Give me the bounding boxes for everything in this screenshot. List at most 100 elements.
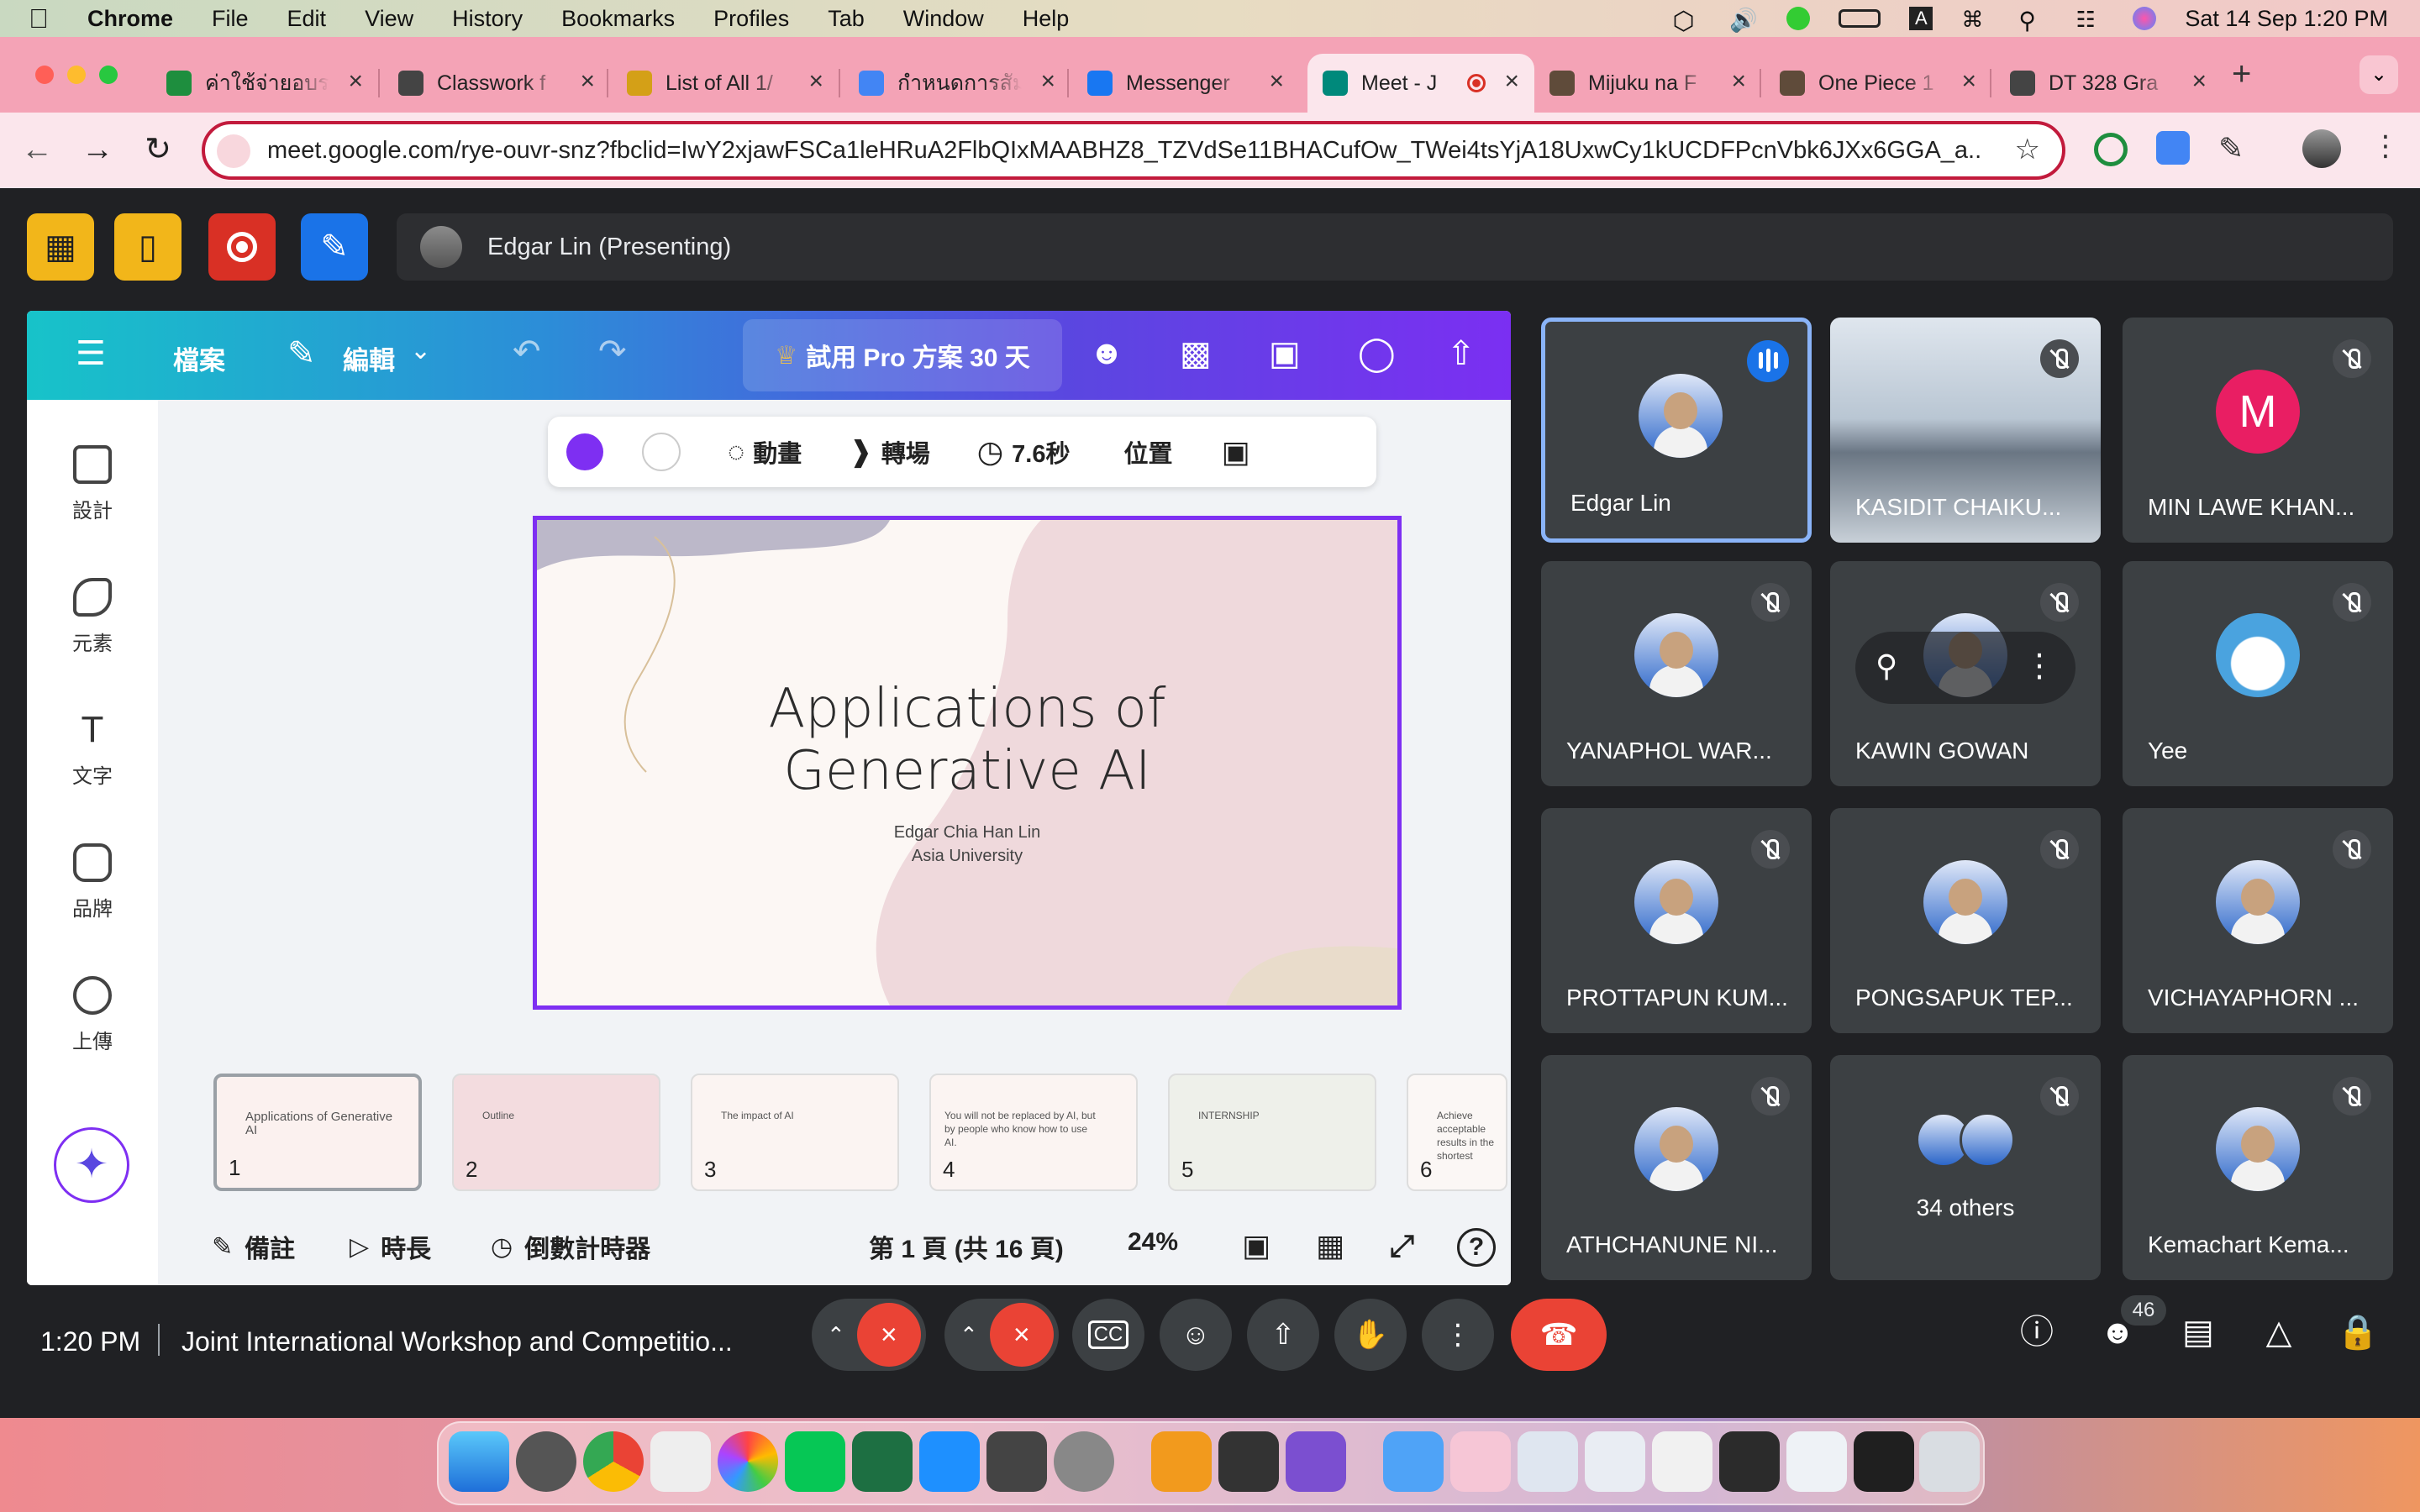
tab-close-icon[interactable]: × xyxy=(348,69,363,94)
insights-chart-icon[interactable]: ▩ xyxy=(1180,334,1222,376)
slide-thumbnail-1[interactable]: Applications of Generative AI 1 xyxy=(213,1074,422,1191)
transition-button[interactable]: 轉場 xyxy=(881,434,930,470)
zoom-level[interactable]: 24% xyxy=(1128,1228,1178,1257)
participant-tile[interactable]: YANAPHOL WAR... xyxy=(1541,561,1812,786)
folder-icon[interactable] xyxy=(1383,1431,1444,1492)
profile-avatar[interactable] xyxy=(2302,129,2341,168)
chrome-menu-icon[interactable]: ⋮ xyxy=(2371,129,2400,163)
tab-close-icon[interactable]: × xyxy=(1504,69,1519,94)
wifi-icon[interactable]: ⌘ xyxy=(1961,7,1990,32)
host-controls-lock-icon[interactable]: 🔒 xyxy=(2333,1307,2383,1357)
window-thumbnail-icon[interactable] xyxy=(1652,1431,1712,1492)
clock-icon[interactable]: ◷ xyxy=(977,434,1003,470)
unity-icon[interactable]: ⬡ xyxy=(1672,7,1701,35)
menu-view[interactable]: View xyxy=(365,6,413,32)
window-thumbnail-icon[interactable] xyxy=(1518,1431,1578,1492)
app-store-icon[interactable] xyxy=(919,1431,980,1492)
minimize-window-button[interactable] xyxy=(67,66,86,84)
pencil-icon[interactable]: ✎ xyxy=(287,334,316,373)
sidebar-item-elements[interactable]: 元素 xyxy=(27,578,158,656)
forward-arrow-icon[interactable]: → xyxy=(77,129,118,170)
try-pro-button[interactable]: ♕ 試用 Pro 方案 30 天 xyxy=(743,319,1062,391)
emoji-icon[interactable]: ☺ xyxy=(1160,1299,1232,1371)
tab-8[interactable]: One Piece 1 × xyxy=(1765,54,1991,113)
sidebar-item-text[interactable]: T 文字 xyxy=(27,711,158,789)
tab-1[interactable]: ค่าใช้จ่ายอบรม × xyxy=(151,54,378,113)
magic-sparkle-icon[interactable]: ✦ xyxy=(54,1127,129,1203)
system-settings-icon[interactable] xyxy=(1054,1431,1114,1492)
bookmark-star-icon[interactable]: ☆ xyxy=(2015,133,2040,166)
more-options-icon[interactable]: ⋮ xyxy=(1422,1299,1494,1371)
recording-icon[interactable] xyxy=(208,213,276,281)
share-people-icon[interactable]: ☻ xyxy=(1089,334,1131,376)
tab-close-icon[interactable]: × xyxy=(808,69,823,94)
unity-hub-icon[interactable] xyxy=(986,1431,1047,1492)
timer-button[interactable]: ◷ 倒數計時器 xyxy=(491,1228,650,1265)
magic-animate-icon[interactable] xyxy=(566,433,603,470)
menu-history[interactable]: History xyxy=(452,6,523,32)
slide-thumbnail-6[interactable]: Achieve acceptable results in the shorte… xyxy=(1407,1074,1507,1191)
tableplus-icon[interactable] xyxy=(516,1431,576,1492)
finder-icon[interactable] xyxy=(449,1431,509,1492)
tab-search-chevron-icon[interactable]: ⌄ xyxy=(2360,55,2398,94)
address-bar[interactable]: meet.google.com/rye-ouvr-snz?fbclid=IwY2… xyxy=(202,121,2065,180)
more-options-icon[interactable]: ⋮ xyxy=(2023,647,2055,685)
line-app-icon[interactable] xyxy=(785,1431,845,1492)
tab-close-icon[interactable]: × xyxy=(2191,69,2207,94)
launchpad-icon[interactable] xyxy=(650,1431,711,1492)
slide-thumbnail-3[interactable]: The impact of AI 3 xyxy=(691,1074,899,1191)
window-thumbnail-icon[interactable] xyxy=(1854,1431,1914,1492)
position-button[interactable]: 位置 xyxy=(1124,434,1173,470)
grid-view-icon[interactable]: ▦ xyxy=(1316,1228,1344,1263)
control-center-icon[interactable]: ☷ xyxy=(2075,7,2104,32)
input-source-icon[interactable]: A xyxy=(1909,7,1933,30)
participant-tile[interactable]: PONGSAPUK TEP... xyxy=(1830,808,2101,1033)
hide-presentation-icon[interactable]: ▦ xyxy=(27,213,94,281)
fullscreen-icon[interactable]: ⤢ xyxy=(1390,1228,1414,1264)
comment-icon[interactable]: ◯ xyxy=(1358,334,1400,376)
whiteboard-icon[interactable]: ✎ xyxy=(301,213,368,281)
chevron-down-icon[interactable]: ⌄ xyxy=(410,336,431,365)
slide-thumbnail-2[interactable]: Outline 2 xyxy=(452,1074,660,1191)
tab-6[interactable]: Meet - J × xyxy=(1307,54,1534,113)
sublime-text-icon[interactable] xyxy=(1151,1431,1212,1492)
battery-icon[interactable] xyxy=(1839,9,1881,28)
slide-duration-button[interactable]: 7.6秒 xyxy=(1012,434,1070,470)
menu-tab[interactable]: Tab xyxy=(828,6,865,32)
undo-icon[interactable]: ↶ xyxy=(513,333,541,371)
sidebar-item-design[interactable]: 設計 xyxy=(27,445,158,523)
volume-icon[interactable]: 🔊 xyxy=(1729,7,1758,33)
tab-7[interactable]: Mijuku na F × xyxy=(1534,54,1761,113)
tab-close-icon[interactable]: × xyxy=(1731,69,1746,94)
end-call-button[interactable]: ☎ xyxy=(1511,1299,1607,1371)
participant-tile[interactable]: Kemachart Kema... xyxy=(2123,1055,2393,1280)
video-options-button[interactable]: ⌃ × xyxy=(944,1299,1059,1371)
menu-window[interactable]: Window xyxy=(903,6,984,32)
trash-icon[interactable] xyxy=(1919,1431,1980,1492)
participant-tile[interactable]: M MIN LAWE KHAN... xyxy=(2123,318,2393,543)
slide-view-icon[interactable]: ▣ xyxy=(1242,1228,1270,1263)
participant-tile[interactable]: KASIDIT CHAIKU... xyxy=(1830,318,2101,543)
chevron-up-icon[interactable]: ⌃ xyxy=(960,1322,978,1348)
chevron-up-icon[interactable]: ⌃ xyxy=(827,1322,845,1348)
page-indicator[interactable]: 第 1 頁 (共 16 頁) xyxy=(869,1228,1064,1265)
photos-icon[interactable] xyxy=(718,1431,778,1492)
background-color-swatch[interactable] xyxy=(642,433,681,471)
tab-4[interactable]: กำหนดการสัม × xyxy=(844,54,1071,113)
menubar-datetime[interactable]: Sat 14 Sep 1:20 PM xyxy=(2185,6,2388,32)
window-thumbnail-icon[interactable] xyxy=(1786,1431,1847,1492)
tab-9[interactable]: DT 328 Gra × xyxy=(1995,54,2222,113)
reload-icon[interactable]: ↻ xyxy=(138,129,178,170)
url-text[interactable]: meet.google.com/rye-ouvr-snz?fbclid=IwY2… xyxy=(267,137,1981,165)
slide-thumbnail-5[interactable]: INTERNSHIP 5 xyxy=(1168,1074,1376,1191)
visual-studio-icon[interactable] xyxy=(1286,1431,1346,1492)
tab-close-icon[interactable]: × xyxy=(1040,69,1055,94)
tab-3[interactable]: List of All 1/ × xyxy=(612,54,839,113)
tab-close-icon[interactable]: × xyxy=(1961,69,1976,94)
slide-thumbnail-4[interactable]: You will not be replaced by AI, but by p… xyxy=(929,1074,1138,1191)
extensions-puzzle-icon[interactable]: ✎ xyxy=(2218,131,2244,166)
meeting-info-icon[interactable]: ⓘ xyxy=(2012,1307,2062,1357)
layout-icon[interactable]: ▯ xyxy=(114,213,182,281)
sidebar-item-uploads[interactable]: 上傳 xyxy=(27,976,158,1054)
menu-edit[interactable]: Edit xyxy=(287,6,327,32)
